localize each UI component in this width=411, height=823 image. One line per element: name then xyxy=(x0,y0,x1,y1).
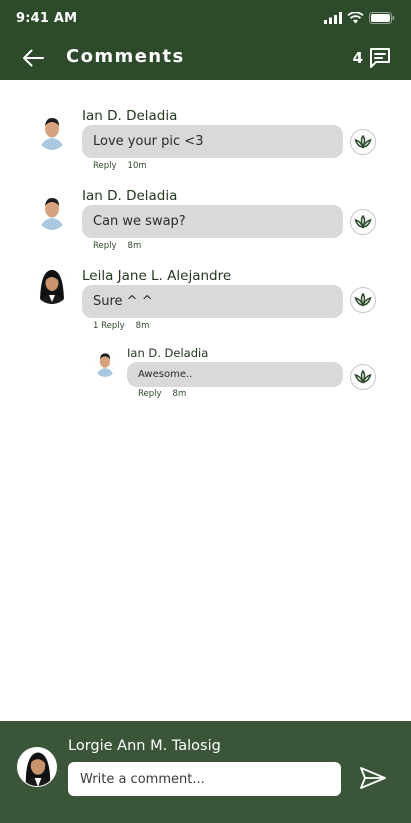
comment-time: 8m xyxy=(172,389,187,399)
leaf-icon xyxy=(354,370,372,384)
comment-meta: Reply 10m xyxy=(93,161,147,171)
app-header: 9:41 AM Comments 4 xyxy=(0,0,411,80)
comment-text: Love your pic <3 xyxy=(93,134,204,149)
signal-icon xyxy=(324,12,342,24)
leaf-icon xyxy=(354,293,372,307)
reply-link[interactable]: Reply xyxy=(138,389,162,399)
message-square-icon xyxy=(370,48,390,68)
react-button[interactable] xyxy=(350,209,376,235)
comment-author: Ian D. Deladia xyxy=(127,346,209,360)
comment-time: 10m xyxy=(127,161,147,171)
avatar xyxy=(93,349,117,377)
page-title: Comments xyxy=(66,46,185,67)
comment-bubble: Can we swap? xyxy=(82,205,343,238)
avatar xyxy=(36,192,68,230)
back-button[interactable] xyxy=(20,45,46,71)
comment-text: Sure ^ ^ xyxy=(93,294,153,309)
send-button[interactable] xyxy=(357,763,389,793)
reply-link[interactable]: Reply xyxy=(93,161,117,171)
status-icons xyxy=(324,11,395,25)
avatar xyxy=(34,266,70,304)
react-button[interactable] xyxy=(350,364,376,390)
avatar xyxy=(17,747,57,787)
comment-count: 4 xyxy=(352,49,363,67)
comment-meta: Reply 8m xyxy=(138,389,186,399)
comment-bubble: Sure ^ ^ xyxy=(82,285,343,318)
leaf-icon xyxy=(354,135,372,149)
comment-text: Awesome.. xyxy=(138,369,193,380)
react-button[interactable] xyxy=(350,129,376,155)
comment-author: Ian D. Deladia xyxy=(82,108,178,124)
comment-input[interactable] xyxy=(68,762,341,796)
wifi-icon xyxy=(347,12,364,24)
comment-meta: Reply 8m xyxy=(93,241,141,251)
reply-link[interactable]: Reply xyxy=(93,241,117,251)
status-time: 9:41 AM xyxy=(16,11,78,26)
comment-author: Ian D. Deladia xyxy=(82,188,178,204)
comment-composer: Lorgie Ann M. Talosig xyxy=(0,721,411,823)
comment-bubble: Awesome.. xyxy=(127,362,343,387)
comment-text: Can we swap? xyxy=(93,214,186,229)
comment-bubble: Love your pic <3 xyxy=(82,125,343,158)
comment-time: 8m xyxy=(127,241,142,251)
reply-link[interactable]: 1 Reply xyxy=(93,321,125,331)
leaf-icon xyxy=(354,215,372,229)
comment-meta: 1 Reply 8m xyxy=(93,321,149,331)
send-icon xyxy=(360,767,386,789)
comment-count-button[interactable]: 4 xyxy=(353,44,391,72)
avatar xyxy=(36,112,68,150)
arrow-left-icon xyxy=(23,49,44,67)
battery-icon xyxy=(369,12,395,24)
comment-author: Leila Jane L. Alejandre xyxy=(82,268,232,284)
current-user-name: Lorgie Ann M. Talosig xyxy=(68,738,221,754)
react-button[interactable] xyxy=(350,287,376,313)
comment-time: 8m xyxy=(135,321,150,331)
